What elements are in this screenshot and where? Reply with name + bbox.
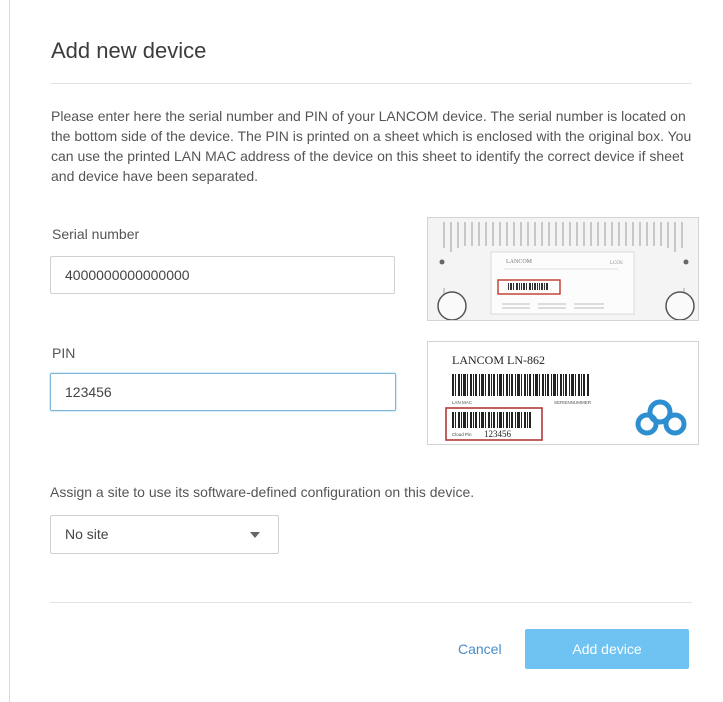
site-assign-label: Assign a site to use its software-define… xyxy=(50,484,475,500)
footer-divider xyxy=(50,602,692,603)
dialog-description: Please enter here the serial number and … xyxy=(51,108,692,184)
add-device-dialog: Add new device Please enter here the ser… xyxy=(9,0,723,702)
site-select-value: No site xyxy=(65,526,109,542)
label-sheet-image: LANCOM LN-862 LAN MAC SERIENNUMMER Cloud… xyxy=(427,341,699,445)
device-brand-text: LANCOM xyxy=(506,259,533,265)
label-model-text: LANCOM LN-862 xyxy=(452,353,545,367)
title-divider xyxy=(50,83,692,84)
serial-number-label: Serial number xyxy=(52,226,140,242)
serial-small-label: SERIENNUMMER xyxy=(554,400,592,405)
cloud-pin-label: Cloud Pin xyxy=(452,432,472,437)
site-select[interactable]: No site xyxy=(50,515,279,554)
add-device-button[interactable]: Add device xyxy=(525,629,689,669)
cancel-button[interactable]: Cancel xyxy=(458,641,502,657)
serial-number-input[interactable] xyxy=(50,256,395,294)
pin-input[interactable] xyxy=(50,373,396,411)
dialog-title: Add new device xyxy=(51,38,207,63)
device-bottom-image: LANCOM LCOS xyxy=(427,217,699,321)
label-illustration: LANCOM LN-862 LAN MAC SERIENNUMMER Cloud… xyxy=(428,342,698,444)
cloud-pin-value: 123456 xyxy=(484,429,512,439)
device-illustration: LANCOM LCOS xyxy=(428,218,698,320)
lan-mac-label: LAN MAC xyxy=(452,400,473,405)
device-model-small: LCOS xyxy=(610,261,623,266)
caret-down-icon xyxy=(250,532,260,538)
pin-label: PIN xyxy=(52,345,76,361)
